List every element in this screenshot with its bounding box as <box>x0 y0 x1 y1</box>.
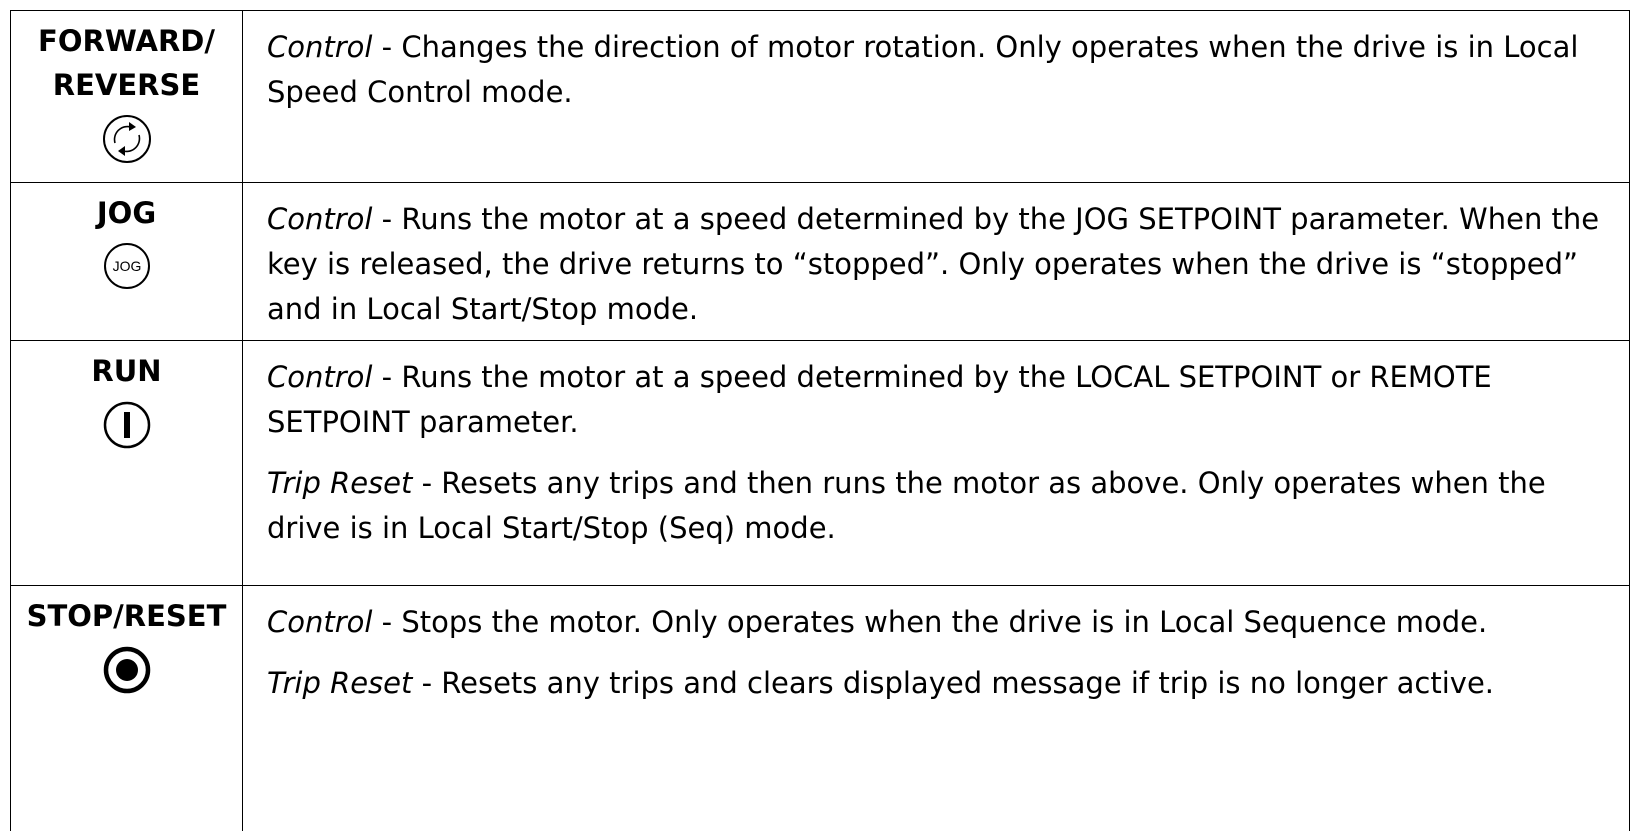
description-text: - Changes the direction of motor rotatio… <box>267 30 1579 109</box>
description-cell: Control - Runs the motor at a speed dete… <box>242 340 1630 586</box>
description-text: - Runs the motor at a speed determined b… <box>267 360 1492 439</box>
description-cell: Control - Changes the direction of motor… <box>242 10 1630 183</box>
description-term: Control <box>267 202 373 236</box>
table-row: RUN Control - Runs the motor at a speed … <box>10 340 1630 586</box>
description-paragraph: Control - Stops the motor. Only operates… <box>267 600 1609 645</box>
key-name-cell: FORWARD/ REVERSE <box>10 10 243 183</box>
key-name-cell: STOP/RESET <box>10 585 243 831</box>
description-cell: Control - Stops the motor. Only operates… <box>242 585 1630 831</box>
keypad-keys-table: FORWARD/ REVERSE Control - Changes the d… <box>10 10 1630 831</box>
jog-icon: JOG <box>103 243 150 289</box>
description-term: Control <box>267 360 373 394</box>
stop-reset-icon <box>103 646 150 694</box>
description-paragraph: Control - Changes the direction of motor… <box>267 25 1609 115</box>
jog-icon-label: JOG <box>112 258 141 274</box>
description-text: - Resets any trips and clears displayed … <box>412 666 1494 700</box>
description-paragraph: Control - Runs the motor at a speed dete… <box>267 197 1609 332</box>
table-row: STOP/RESET Control - Stops the motor. On… <box>10 585 1630 831</box>
key-name-jog: JOG <box>96 196 157 230</box>
forward-reverse-icon <box>102 115 151 163</box>
key-name-cell: JOG JOG <box>10 182 243 341</box>
description-paragraph: Trip Reset - Resets any trips and clears… <box>267 661 1609 706</box>
description-text: - Stops the motor. Only operates when th… <box>372 605 1488 639</box>
description-paragraph: Control - Runs the motor at a speed dete… <box>267 355 1609 445</box>
key-name-forward-reverse: FORWARD/ REVERSE <box>21 19 232 107</box>
key-name-run: RUN <box>91 354 162 388</box>
table-row: FORWARD/ REVERSE Control - Changes the d… <box>10 10 1630 183</box>
key-name-cell: RUN <box>10 340 243 586</box>
description-term: Trip Reset <box>267 466 413 500</box>
key-name-stop-reset: STOP/RESET <box>26 599 227 633</box>
key-name-line: FORWARD/ <box>38 24 215 58</box>
description-term: Control <box>267 30 373 64</box>
description-cell: Control - Runs the motor at a speed dete… <box>242 182 1630 341</box>
run-icon <box>103 401 150 449</box>
table-row: JOG JOG Control - Runs the motor at a sp… <box>10 182 1630 341</box>
description-text: - Resets any trips and then runs the mot… <box>267 466 1546 545</box>
description-paragraph: Trip Reset - Resets any trips and then r… <box>267 461 1609 551</box>
description-term: Control <box>267 605 373 639</box>
description-text: - Runs the motor at a speed determined b… <box>267 202 1600 326</box>
key-name-line: REVERSE <box>52 68 201 102</box>
description-term: Trip Reset <box>267 666 413 700</box>
